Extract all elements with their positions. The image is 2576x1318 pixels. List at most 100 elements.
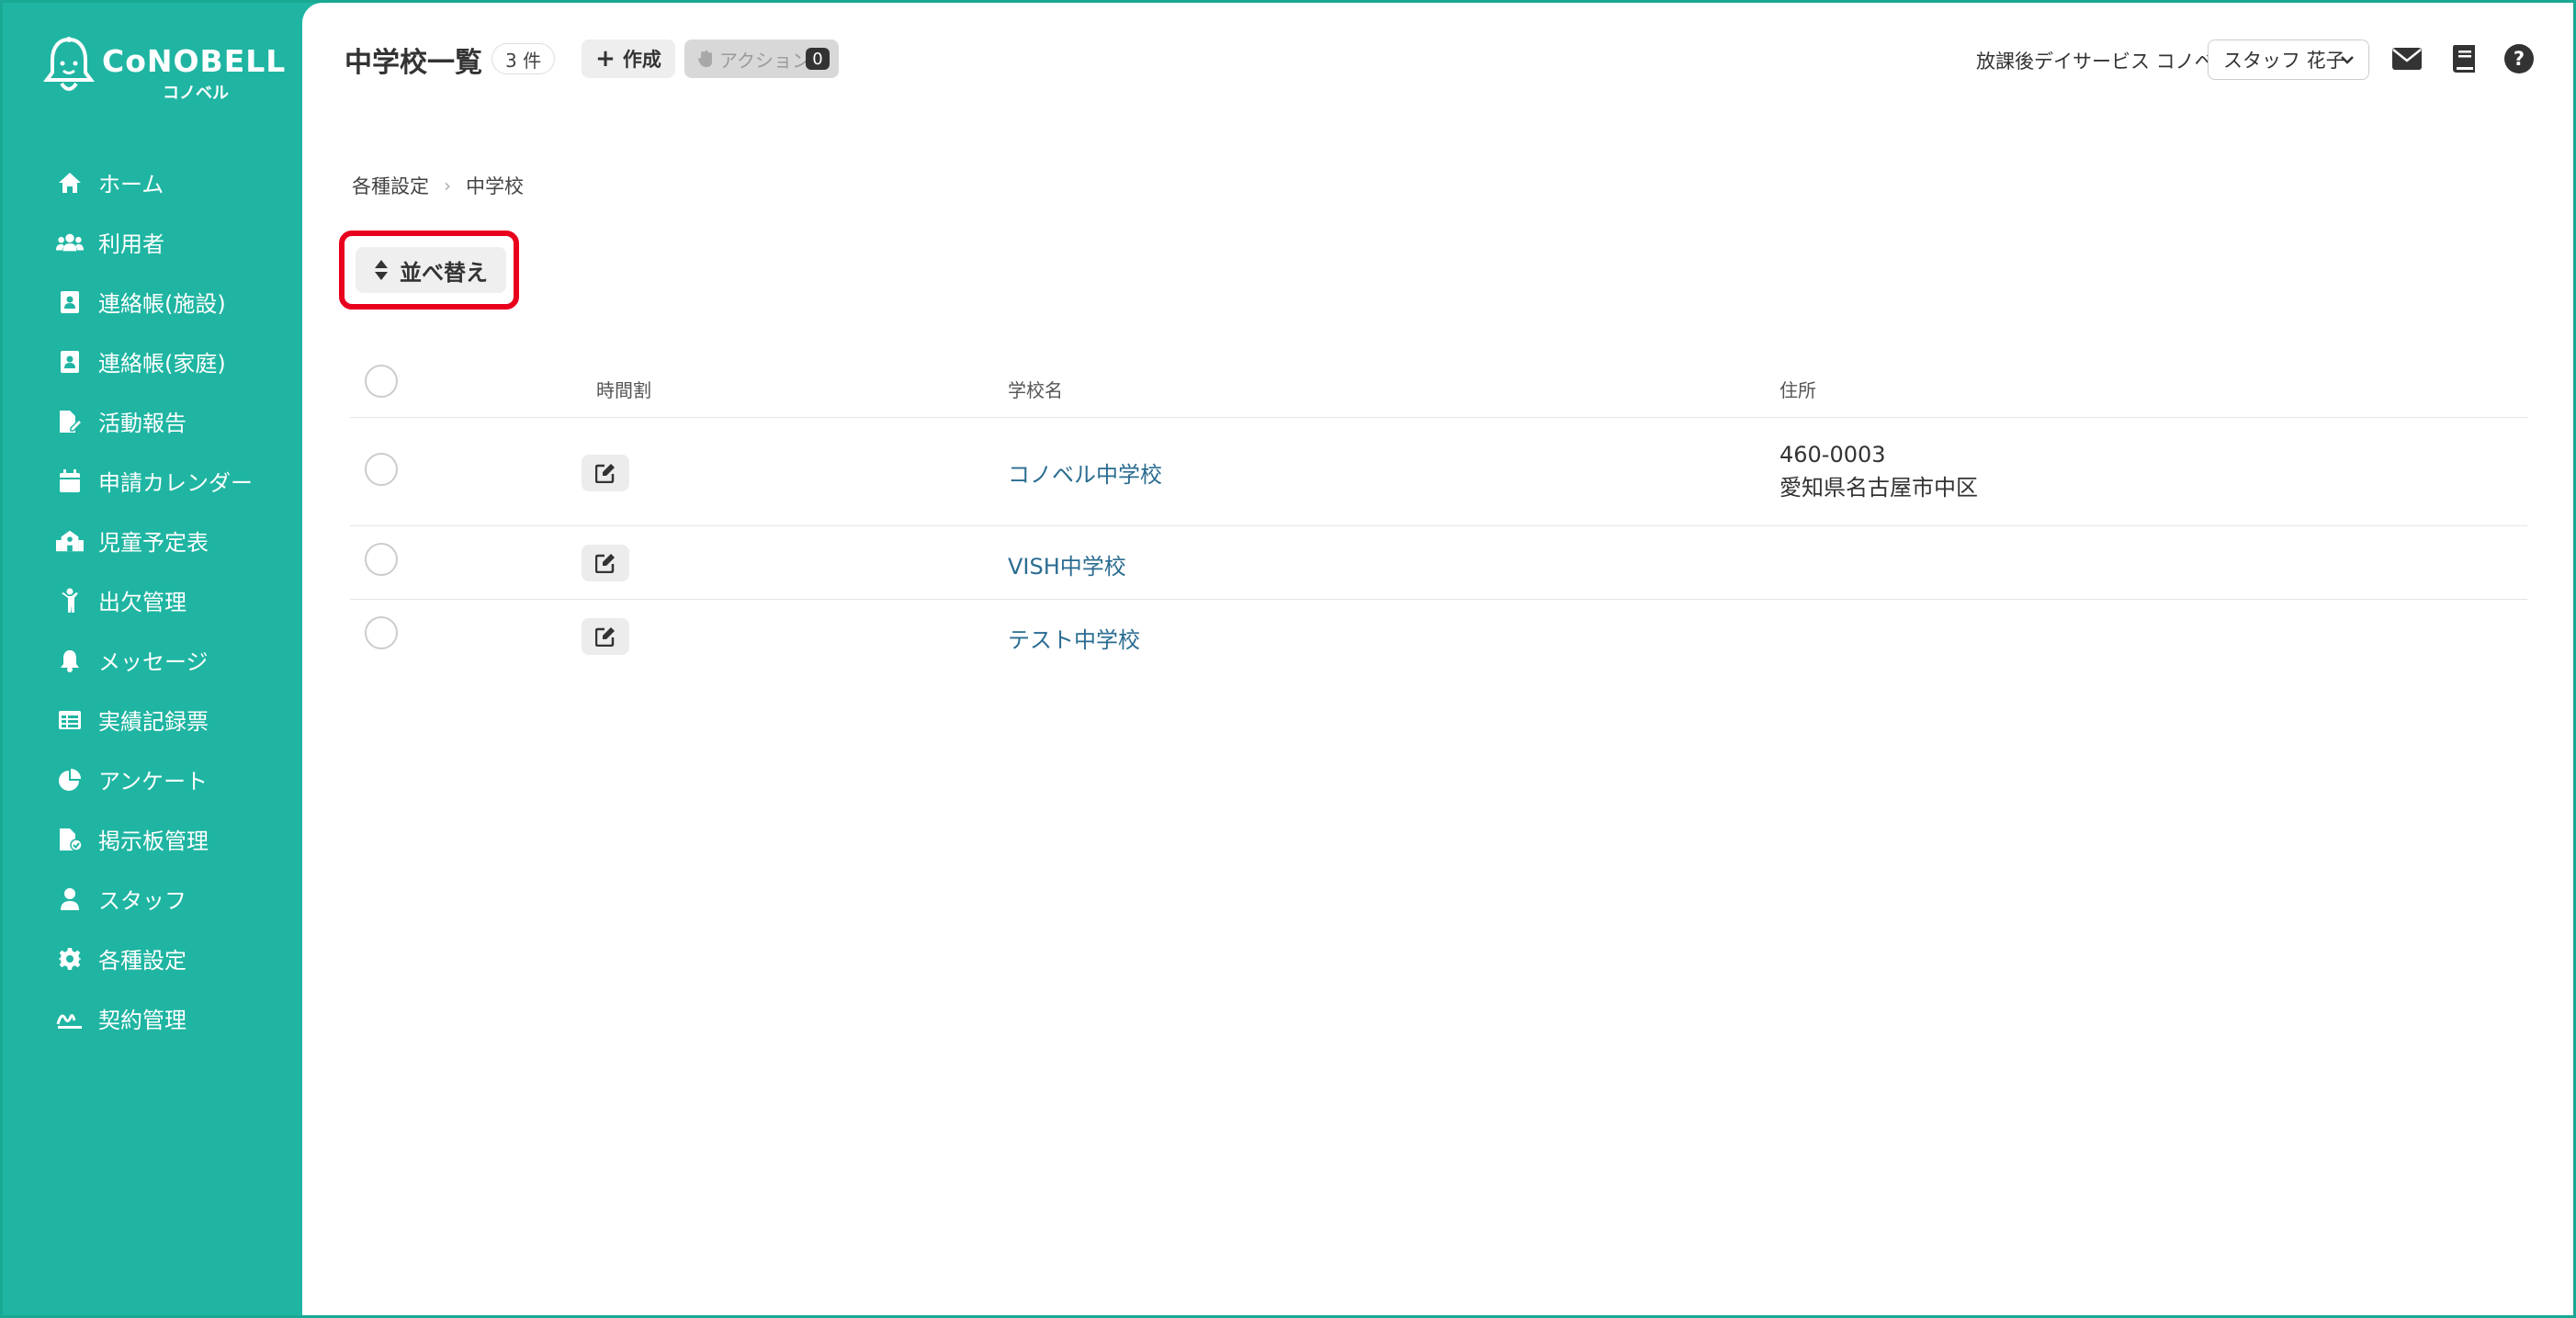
sidebar-item-label: 契約管理 [98, 1008, 186, 1033]
sidebar-item-staff[interactable]: スタッフ [3, 869, 302, 929]
sidebar-item-survey[interactable]: アンケート [3, 749, 302, 809]
count-badge: 3 件 [491, 43, 556, 74]
sidebar-item-calendar[interactable]: 申請カレンダー [3, 451, 302, 511]
action-label: アクション [719, 49, 810, 72]
table-row: VISH中学校 [350, 526, 2527, 600]
home-icon [56, 169, 84, 197]
sidebar: CoNOBELL コノベル ホーム 利用者 連絡帳(施設) 連絡帳(家庭) 活動… [3, 3, 302, 1315]
sidebar-item-label: 児童予定表 [98, 530, 209, 556]
sidebar-item-activity-report[interactable]: 活動報告 [3, 391, 302, 451]
edit-timetable-button[interactable] [582, 545, 629, 581]
sidebar-item-attendance[interactable]: 出欠管理 [3, 570, 302, 630]
table-header: 時間割 学校名 住所 [350, 352, 2527, 418]
sidebar-item-label: 実績記録票 [98, 709, 209, 735]
top-bar: 中学校一覧 3 件 + 作成 アクション 0 放課後デイサービス コノベル スタ… [302, 3, 2573, 113]
contract-icon [56, 1005, 84, 1032]
header-school-name: 学校名 [1008, 379, 1063, 401]
sidebar-item-label: アンケート [98, 769, 209, 794]
facility-name: 放課後デイサービス コノベル [1976, 51, 2233, 73]
sidebar-item-label: 申請カレンダー [98, 470, 253, 496]
staff-select[interactable]: スタッフ 花子 [2208, 39, 2369, 80]
create-label: 作成 [622, 49, 661, 71]
main-content: 中学校一覧 3 件 + 作成 アクション 0 放課後デイサービス コノベル スタ… [302, 3, 2573, 1315]
app-logo[interactable]: CoNOBELL コノベル [41, 36, 285, 103]
sidebar-item-home[interactable]: ホーム [3, 152, 302, 212]
select-all-checkbox[interactable] [365, 365, 398, 398]
users-icon [56, 229, 84, 256]
highlight-frame: 並べ替え [339, 231, 519, 310]
header-address: 住所 [1779, 379, 1816, 401]
edit-icon [595, 464, 615, 483]
chevron-down-icon [2341, 56, 2354, 64]
row-checkbox[interactable] [365, 543, 398, 576]
table-row: コノベル中学校 460-0003 愛知県名古屋市中区 [350, 418, 2527, 526]
gear-icon [56, 945, 84, 973]
row-checkbox[interactable] [365, 453, 398, 486]
breadcrumb-item-current: 中学校 [466, 175, 524, 197]
create-button[interactable]: + 作成 [582, 39, 675, 78]
sidebar-item-label: 活動報告 [98, 411, 186, 436]
page-title: 中学校一覧 [345, 47, 482, 79]
postal-code: 460-0003 [1779, 442, 1886, 467]
breadcrumb-item-settings[interactable]: 各種設定 [352, 172, 429, 199]
table-icon [56, 706, 84, 734]
book-icon [2453, 45, 2475, 73]
mail-icon [2392, 48, 2422, 70]
action-count-badge: 0 [806, 48, 830, 70]
edit-timetable-button[interactable] [582, 618, 629, 655]
contact-book-icon [56, 348, 84, 376]
contact-book-icon [56, 288, 84, 316]
header-timetable: 時間割 [596, 379, 651, 401]
school-name-link[interactable]: コノベル中学校 [1008, 456, 1162, 489]
sidebar-item-label: メッセージ [98, 649, 209, 675]
svg-text:?: ? [2514, 48, 2525, 70]
sidebar-item-label: 利用者 [98, 231, 164, 257]
manual-button[interactable] [2446, 41, 2481, 76]
help-button[interactable]: ? [2502, 41, 2536, 76]
chevron-right-icon: › [444, 175, 451, 197]
table-row: テスト中学校 [350, 600, 2527, 673]
sidebar-item-board[interactable]: 掲示板管理 [3, 809, 302, 869]
address-text: 愛知県名古屋市中区 [1779, 475, 1978, 501]
sort-label: 並べ替え [400, 259, 488, 286]
sidebar-item-label: 各種設定 [98, 948, 186, 974]
sidebar-item-child-schedule[interactable]: 児童予定表 [3, 511, 302, 570]
action-button[interactable]: アクション 0 [684, 39, 839, 78]
child-icon [56, 587, 84, 614]
row-checkbox[interactable] [365, 616, 398, 649]
calendar-icon [56, 467, 84, 495]
plus-icon: + [595, 45, 616, 73]
school-table: 時間割 学校名 住所 コノベル中学校 460-0003 愛知県名古屋市中区 VI… [350, 352, 2527, 673]
edit-timetable-button[interactable] [582, 455, 629, 491]
breadcrumb: 各種設定 › 中学校 [352, 172, 524, 199]
sidebar-item-contact-facility[interactable]: 連絡帳(施設) [3, 272, 302, 332]
staff-name: スタッフ 花子 [2223, 50, 2345, 72]
file-edit-icon [56, 408, 84, 435]
school-name-link[interactable]: VISH中学校 [1008, 548, 1126, 580]
sidebar-item-message[interactable]: メッセージ [3, 630, 302, 690]
file-check-icon [56, 826, 84, 853]
sidebar-item-label: 連絡帳(家庭) [98, 351, 226, 377]
sidebar-item-label: 出欠管理 [98, 590, 186, 615]
sidebar-item-settings[interactable]: 各種設定 [3, 929, 302, 988]
bell-icon [56, 647, 84, 674]
brand-name: CoNOBELL [102, 43, 287, 79]
sidebar-item-users[interactable]: 利用者 [3, 212, 302, 272]
sort-icon [374, 259, 389, 281]
pie-chart-icon [56, 766, 84, 794]
sidebar-item-label: 掲示板管理 [98, 828, 209, 854]
school-icon [56, 527, 84, 555]
sidebar-item-contact-home[interactable]: 連絡帳(家庭) [3, 332, 302, 391]
sidebar-nav: ホーム 利用者 連絡帳(施設) 連絡帳(家庭) 活動報告 申請カレンダー 児童予… [3, 152, 302, 1048]
hand-icon [698, 51, 712, 67]
bell-logo-icon [43, 37, 95, 91]
sidebar-item-records[interactable]: 実績記録票 [3, 690, 302, 749]
brand-subtitle: コノベル [163, 84, 229, 103]
sidebar-item-contract[interactable]: 契約管理 [3, 988, 302, 1048]
sidebar-item-label: 連絡帳(施設) [98, 291, 226, 317]
school-name-link[interactable]: テスト中学校 [1008, 622, 1140, 654]
app-window: CoNOBELL コノベル ホーム 利用者 連絡帳(施設) 連絡帳(家庭) 活動… [0, 0, 2576, 1318]
sort-button[interactable]: 並べ替え [356, 247, 506, 293]
help-icon: ? [2504, 44, 2534, 73]
mail-button[interactable] [2390, 41, 2424, 76]
